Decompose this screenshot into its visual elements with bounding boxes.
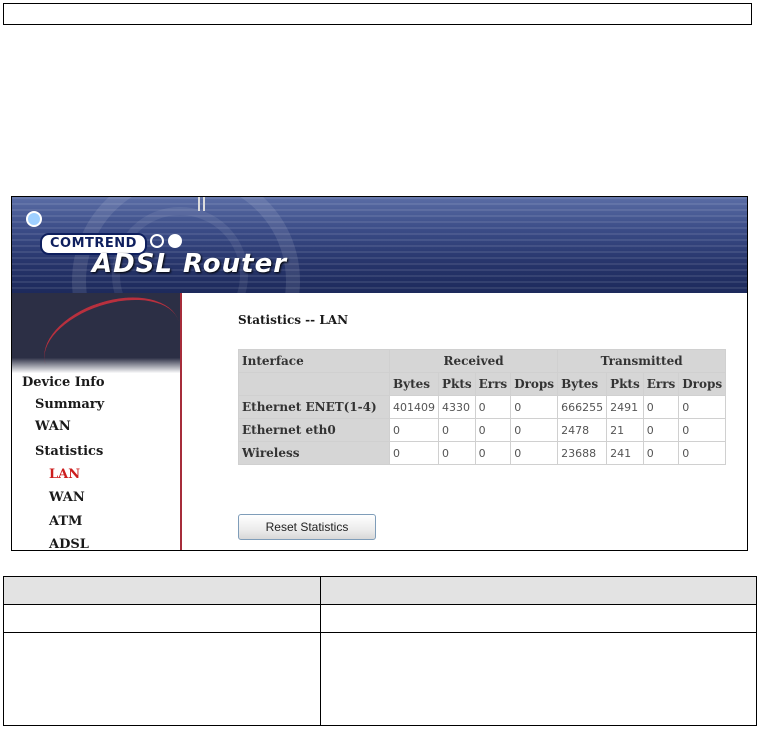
cell-value: 401409 [389,395,439,419]
header-tx-errs: Errs [642,372,680,396]
cell-value: 4330 [438,395,476,419]
cell-value: 23688 [557,441,608,465]
cell-value: 0 [510,441,559,465]
logo-dot-icon [168,234,182,248]
cell-value: 0 [474,395,512,419]
header-interface: Interface [238,349,390,373]
table-row: Wireless 0 0 0 0 23688 241 0 0 [238,441,727,465]
cell-value: 0 [642,441,680,465]
description-cell [320,632,757,726]
description-header-cell [3,576,321,605]
cell-value: 0 [474,418,512,442]
sidebar-item-statistics[interactable]: Statistics [35,444,103,459]
description-cell [3,604,321,633]
cell-value: 0 [678,395,727,419]
table-group-header-row: Interface Received Transmitted [238,349,727,373]
banner: COMTREND ADSL Router [12,197,747,293]
description-cell [3,632,321,726]
sidebar-item-statistics-adsl[interactable]: ADSL [49,537,89,550]
logo-ring-icon [150,234,164,248]
cell-value: 0 [389,418,439,442]
cell-value: 0 [510,418,559,442]
sidebar: Device Info Summary WAN Statistics LAN W… [12,281,192,550]
sidebar-item-statistics-atm[interactable]: ATM [49,514,82,529]
cell-value: 666255 [557,395,608,419]
sidebar-item-statistics-wan[interactable]: WAN [49,490,85,505]
header-received: Received [388,349,559,373]
header-transmitted: Transmitted [557,349,727,373]
description-table [3,576,757,726]
header-rx-pkts: Pkts [438,372,476,396]
lan-statistics-table: Interface Received Transmitted Bytes Pkt… [238,349,727,465]
description-row [3,632,757,726]
table-row: Ethernet eth0 0 0 0 0 2478 21 0 0 [238,418,727,442]
router-screenshot: COMTREND ADSL Router Device Info Summary… [11,196,748,551]
table-sub-header-row: Bytes Pkts Errs Drops Bytes Pkts Errs Dr… [238,372,727,396]
description-row [3,604,757,633]
cell-value: 0 [510,395,559,419]
header-rx-errs: Errs [474,372,512,396]
header-blank [238,372,390,396]
header-rx-bytes: Bytes [389,372,439,396]
header-tx-bytes: Bytes [557,372,608,396]
sidebar-item-device-info[interactable]: Device Info [22,375,105,390]
cell-value: 0 [474,441,512,465]
cell-value: 2478 [557,418,608,442]
description-header-cell [320,576,757,605]
cell-value: 0 [642,395,680,419]
sidebar-item-statistics-lan[interactable]: LAN [49,467,80,482]
reset-statistics-button[interactable]: Reset Statistics [238,514,376,540]
cell-value: 0 [438,441,476,465]
header-rx-drops: Drops [510,372,559,396]
sidebar-item-summary[interactable]: Summary [35,397,104,412]
header-tx-drops: Drops [678,372,727,396]
top-empty-box [3,3,752,25]
row-interface-label: Wireless [238,441,390,465]
main-content: Statistics -- LAN Interface Received Tra… [182,293,747,550]
cell-value: 0 [642,418,680,442]
sidebar-item-wan[interactable]: WAN [35,419,71,434]
cell-value: 0 [678,418,727,442]
description-header-row [3,576,757,605]
cell-value: 0 [438,418,476,442]
page-title: Statistics -- LAN [238,313,349,327]
cell-value: 2491 [606,395,644,419]
header-tx-pkts: Pkts [606,372,644,396]
row-interface-label: Ethernet eth0 [238,418,390,442]
cell-value: 0 [389,441,439,465]
row-interface-label: Ethernet ENET(1-4) [238,395,390,419]
description-cell [320,604,757,633]
cell-value: 21 [606,418,644,442]
logo-burst-icon [18,203,46,231]
cell-value: 0 [678,441,727,465]
product-title: ADSL Router [92,249,288,279]
cell-value: 241 [606,441,644,465]
table-row: Ethernet ENET(1-4) 401409 4330 0 0 66625… [238,395,727,419]
